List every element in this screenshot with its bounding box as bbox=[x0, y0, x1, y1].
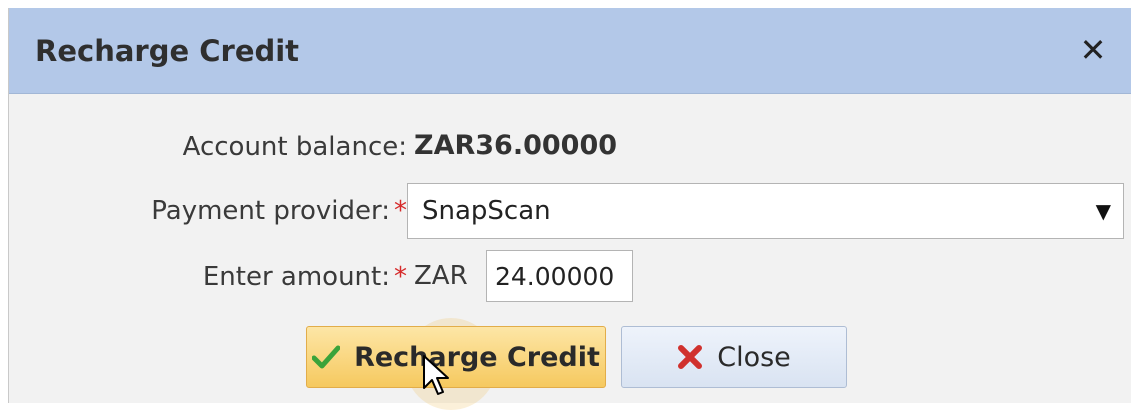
recharge-credit-button[interactable]: Recharge Credit bbox=[306, 326, 606, 388]
dialog-close-icon[interactable]: ✕ bbox=[1073, 30, 1113, 70]
recharge-credit-button-label: Recharge Credit bbox=[354, 341, 600, 373]
enter-amount-label: Enter amount: * bbox=[203, 262, 407, 292]
required-marker: * bbox=[394, 196, 407, 226]
required-marker: * bbox=[394, 262, 407, 292]
red-x-icon bbox=[677, 344, 703, 370]
payment-provider-label-text: Payment provider: bbox=[151, 196, 390, 226]
amount-currency: ZAR bbox=[414, 261, 468, 291]
payment-provider-value: SnapScan bbox=[422, 196, 551, 226]
recharge-credit-dialog: Recharge Credit ✕ Account balance: ZAR36… bbox=[8, 8, 1131, 410]
payment-provider-label: Payment provider: * bbox=[151, 196, 407, 226]
account-balance-value: ZAR36.00000 bbox=[414, 130, 618, 161]
payment-provider-select[interactable]: SnapScan ▼ bbox=[407, 183, 1124, 239]
dialog-title: Recharge Credit bbox=[35, 34, 300, 68]
check-icon bbox=[312, 345, 341, 369]
account-balance-label: Account balance: bbox=[183, 132, 407, 162]
enter-amount-label-text: Enter amount: bbox=[202, 262, 390, 292]
triangle-down-icon: ▼ bbox=[1095, 199, 1111, 223]
amount-input[interactable] bbox=[486, 250, 633, 302]
close-button[interactable]: Close bbox=[621, 326, 847, 388]
close-button-label: Close bbox=[717, 341, 791, 373]
mouse-pointer-icon bbox=[422, 354, 452, 402]
account-balance-label-text: Account balance: bbox=[182, 132, 407, 162]
dialog-titlebar: Recharge Credit ✕ bbox=[9, 8, 1131, 94]
